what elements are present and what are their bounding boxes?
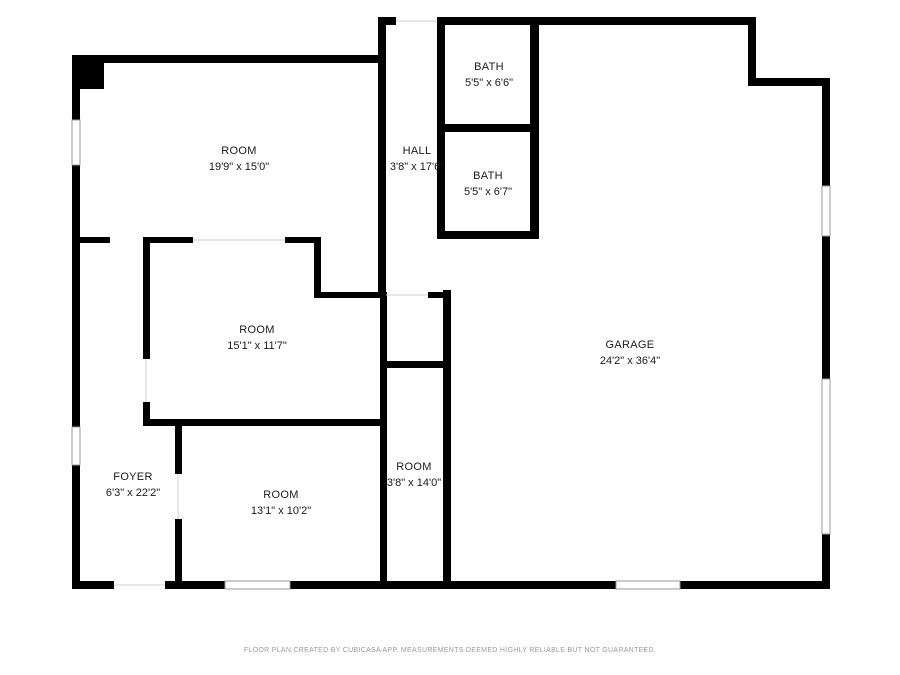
- hall-label: HALL 3'8" x 17'6": [390, 143, 444, 175]
- wall-top-left: [72, 55, 384, 63]
- wall-bottom-mid: [165, 581, 225, 589]
- window-bottom-left: [224, 580, 291, 590]
- room-narrow-label: ROOM 3'8" x 14'0": [387, 459, 441, 491]
- wall-right-step-h: [748, 78, 830, 86]
- wall-bottom-room-left: [175, 426, 182, 474]
- room-name: ROOM: [221, 145, 257, 157]
- room-name: BATH: [474, 61, 504, 73]
- foyer-label: FOYER 6'3" x 22'2": [106, 469, 160, 501]
- room-dimensions: 3'8" x 17'6": [389, 161, 445, 173]
- garage-label: GARAGE 24'2" x 36'4": [600, 337, 660, 369]
- room-name: ROOM: [239, 324, 275, 336]
- bath-upper-label: BATH 5'5" x 6'6": [465, 59, 513, 91]
- room-name: GARAGE: [605, 339, 655, 351]
- floor-plan: [71, 17, 831, 590]
- wall-bottom-left: [72, 581, 114, 589]
- wall-top-right: [437, 17, 755, 25]
- wall-bottom-right: [680, 581, 830, 589]
- wall-middle-bottom: [143, 419, 386, 426]
- wall-right-step: [748, 17, 756, 85]
- room-middle-label: ROOM 15'1" x 11'7": [227, 322, 287, 354]
- bath-lower-label: BATH 5'5" x 6'7": [464, 168, 512, 200]
- room-name: ROOM: [263, 489, 299, 501]
- wall-middle-left-upper: [143, 237, 150, 359]
- room-dimensions: 3'8" x 14'0": [386, 477, 442, 489]
- wall-notch-v: [314, 237, 321, 298]
- window-left-lower: [71, 426, 81, 466]
- wall-left-lower: [72, 465, 80, 588]
- wall-garage-left: [443, 290, 451, 589]
- window-right-upper: [821, 185, 831, 237]
- disclaimer-note: FLOOR PLAN CREATED BY CUBICASA APP. MEAS…: [243, 647, 657, 654]
- room-dimensions: 6'3" x 22'2": [105, 487, 161, 499]
- wall-bottom-room-left-low: [175, 519, 182, 589]
- room-name: ROOM: [396, 461, 432, 473]
- room-dimensions: 15'1" x 11'7": [227, 340, 287, 352]
- wall-bottom-center: [290, 581, 616, 589]
- room-dimensions: 24'2" x 36'4": [599, 355, 661, 367]
- room-bottom-label: ROOM 13'1" x 10'2": [251, 487, 311, 519]
- wall-bath-bottom: [437, 231, 539, 239]
- walls: [72, 17, 830, 589]
- wall-right-lower: [822, 534, 830, 588]
- wall-garage-top-stub: [428, 292, 451, 298]
- window-left-upper: [71, 119, 81, 166]
- room-top-left-label: ROOM 19'9" x 15'0": [209, 143, 269, 175]
- room-dimensions: 19'9" x 15'0": [208, 161, 270, 173]
- room-dimensions: 5'5" x 6'6": [464, 77, 514, 89]
- window-bottom-right: [615, 580, 681, 590]
- wall-bath-divider: [437, 124, 539, 132]
- wall-left-mid: [72, 165, 80, 427]
- wall-narrow-left: [380, 292, 387, 589]
- room-name: BATH: [473, 170, 503, 182]
- wall-room-divider-left: [80, 237, 110, 243]
- wall-hall-left: [378, 55, 386, 298]
- wall-small-room-h: [380, 361, 446, 368]
- wall-right-upper: [822, 78, 830, 186]
- room-dimensions: 13'1" x 10'2": [250, 505, 312, 517]
- wall-room-divider-a: [143, 237, 193, 243]
- wall-left-upper: [72, 55, 80, 120]
- window-right-lower: [821, 378, 831, 535]
- room-dimensions: 5'5" x 6'7": [463, 186, 513, 198]
- room-name: HALL: [402, 145, 432, 157]
- wall-right-mid: [822, 236, 830, 379]
- wall-notch-h: [314, 292, 386, 298]
- room-name: FOYER: [113, 471, 153, 483]
- wall-top-hall: [378, 17, 396, 25]
